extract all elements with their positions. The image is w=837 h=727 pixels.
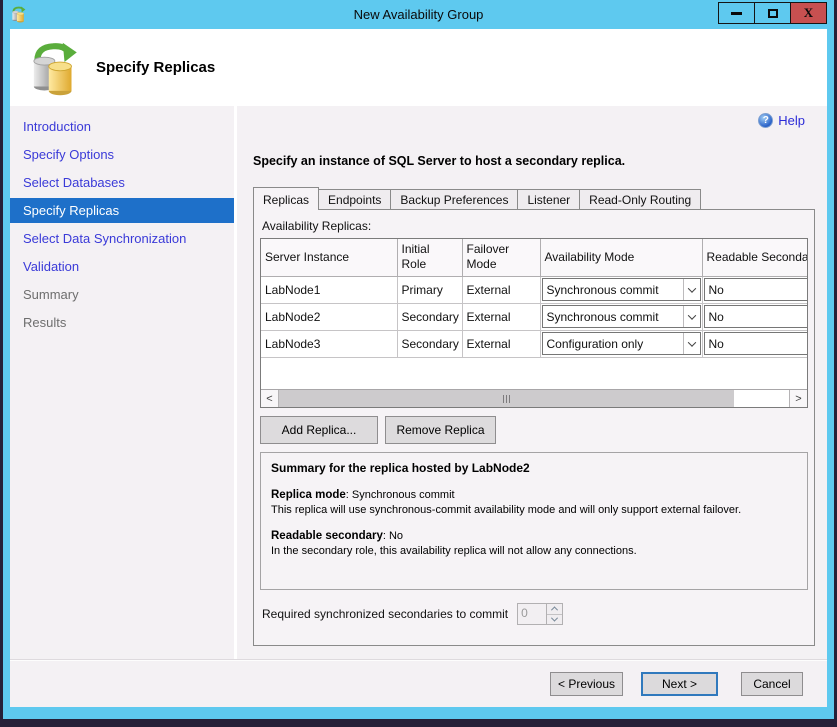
next-button[interactable]: Next > bbox=[641, 672, 718, 696]
help-link[interactable]: Help bbox=[778, 113, 805, 128]
tab-replicas[interactable]: Replicas bbox=[253, 187, 319, 210]
chevron-down-icon bbox=[683, 279, 700, 300]
summary-title: Summary for the replica hosted by LabNod… bbox=[271, 461, 797, 475]
title-bar[interactable]: New Availability Group X bbox=[3, 0, 834, 29]
replica-mode-value: : Synchronous commit bbox=[346, 489, 455, 501]
cell-server-instance: LabNode3 bbox=[261, 330, 397, 357]
wizard-window: New Availability Group X bbox=[3, 0, 834, 719]
thumb-grip-icon bbox=[506, 395, 507, 403]
cell-failover-mode: External bbox=[462, 276, 540, 303]
readable-secondary-description: In the secondary role, this availability… bbox=[271, 544, 797, 558]
availability-replicas-grid: Server Instance Initial Role Failover Mo… bbox=[260, 238, 808, 408]
minimize-icon bbox=[731, 12, 742, 15]
chevron-down-icon bbox=[683, 333, 700, 354]
scrollbar-track[interactable] bbox=[734, 390, 789, 407]
sidebar-item-select-databases[interactable]: Select Databases bbox=[10, 168, 234, 196]
replicas-database-icon bbox=[26, 41, 82, 97]
availability-mode-dropdown[interactable]: Configuration only bbox=[542, 332, 701, 355]
replicas-tab-panel: Availability Replicas: Server Instance I… bbox=[253, 209, 815, 646]
maximize-button[interactable] bbox=[754, 2, 791, 24]
window-controls: X bbox=[719, 2, 827, 24]
scroll-right-arrow-icon[interactable]: > bbox=[789, 390, 807, 407]
scrollbar-thumb[interactable] bbox=[279, 390, 734, 407]
table-row: LabNode3 Secondary External Configuratio… bbox=[261, 330, 807, 357]
close-button[interactable]: X bbox=[790, 2, 827, 24]
tab-bar: Replicas Endpoints Backup Preferences Li… bbox=[253, 187, 817, 209]
tab-backup-preferences[interactable]: Backup Preferences bbox=[390, 189, 518, 209]
previous-button[interactable]: < Previous bbox=[550, 672, 623, 696]
readable-secondary-dropdown[interactable]: No bbox=[704, 332, 808, 355]
required-secondaries-spinner: 0 bbox=[517, 603, 563, 625]
wizard-header: Specify Replicas bbox=[10, 29, 827, 106]
sidebar-item-summary: Summary bbox=[10, 280, 234, 308]
close-icon: X bbox=[804, 5, 813, 21]
help-icon: ? bbox=[758, 113, 773, 128]
minimize-button[interactable] bbox=[718, 2, 755, 24]
availability-replicas-label: Availability Replicas: bbox=[262, 219, 808, 233]
tab-read-only-routing[interactable]: Read-Only Routing bbox=[579, 189, 701, 209]
app-icon bbox=[10, 6, 27, 23]
spinner-up-icon bbox=[547, 604, 562, 615]
readable-secondary-value: : No bbox=[383, 530, 403, 542]
table-row: LabNode2 Secondary External Synchronous … bbox=[261, 303, 807, 330]
cell-initial-role: Primary bbox=[397, 276, 462, 303]
chevron-down-icon bbox=[683, 306, 700, 327]
replica-summary-box: Summary for the replica hosted by LabNod… bbox=[260, 452, 808, 590]
thumb-grip-icon bbox=[503, 395, 504, 403]
sidebar-item-specify-replicas[interactable]: Specify Replicas bbox=[10, 198, 234, 223]
page-title: Specify Replicas bbox=[96, 59, 215, 76]
add-replica-button[interactable]: Add Replica... bbox=[260, 416, 378, 444]
readable-secondary-label: Readable secondary bbox=[271, 530, 383, 542]
cell-server-instance: LabNode1 bbox=[261, 276, 397, 303]
cell-initial-role: Secondary bbox=[397, 303, 462, 330]
sidebar-item-select-data-synchronization[interactable]: Select Data Synchronization bbox=[10, 224, 234, 252]
instruction-text: Specify an instance of SQL Server to hos… bbox=[253, 154, 817, 168]
sidebar-item-specify-options[interactable]: Specify Options bbox=[10, 140, 234, 168]
column-server-instance: Server Instance bbox=[261, 239, 397, 276]
cell-failover-mode: External bbox=[462, 330, 540, 357]
tab-endpoints[interactable]: Endpoints bbox=[318, 189, 391, 209]
table-row: LabNode1 Primary External Synchronous co… bbox=[261, 276, 807, 303]
remove-replica-button[interactable]: Remove Replica bbox=[385, 416, 496, 444]
cancel-button[interactable]: Cancel bbox=[741, 672, 803, 696]
window-title: New Availability Group bbox=[3, 7, 834, 22]
cell-server-instance: LabNode2 bbox=[261, 303, 397, 330]
maximize-icon bbox=[768, 9, 778, 18]
cell-failover-mode: External bbox=[462, 303, 540, 330]
column-initial-role: Initial Role bbox=[397, 239, 462, 276]
availability-mode-dropdown[interactable]: Synchronous commit bbox=[542, 305, 701, 328]
availability-mode-dropdown[interactable]: Synchronous commit bbox=[542, 278, 701, 301]
replica-mode-label: Replica mode bbox=[271, 489, 346, 501]
column-readable-secondary: Readable Secondary bbox=[702, 239, 807, 276]
column-availability-mode: Availability Mode bbox=[540, 239, 702, 276]
grid-header-row: Server Instance Initial Role Failover Mo… bbox=[261, 239, 807, 276]
column-failover-mode: Failover Mode bbox=[462, 239, 540, 276]
wizard-steps-sidebar: Introduction Specify Options Select Data… bbox=[10, 106, 237, 659]
sidebar-item-introduction[interactable]: Introduction bbox=[10, 112, 234, 140]
required-secondaries-label: Required synchronized secondaries to com… bbox=[262, 607, 508, 621]
dialog-surface: Specify Replicas Introduction Specify Op… bbox=[10, 29, 827, 707]
tab-listener[interactable]: Listener bbox=[517, 189, 580, 209]
sidebar-item-validation[interactable]: Validation bbox=[10, 252, 234, 280]
readable-secondary-dropdown[interactable]: No bbox=[704, 305, 808, 328]
wizard-footer: < Previous Next > Cancel bbox=[10, 659, 827, 707]
scroll-left-arrow-icon[interactable]: < bbox=[261, 390, 279, 407]
thumb-grip-icon bbox=[509, 395, 510, 403]
cell-initial-role: Secondary bbox=[397, 330, 462, 357]
horizontal-scrollbar[interactable]: < > bbox=[261, 389, 807, 407]
wizard-main-panel: ? Help Specify an instance of SQL Server… bbox=[237, 106, 827, 659]
sidebar-item-results: Results bbox=[10, 308, 234, 336]
readable-secondary-dropdown[interactable]: No bbox=[704, 278, 808, 301]
replica-mode-description: This replica will use synchronous-commit… bbox=[271, 503, 797, 517]
spinner-down-icon bbox=[547, 615, 562, 625]
spinner-value: 0 bbox=[518, 604, 546, 624]
